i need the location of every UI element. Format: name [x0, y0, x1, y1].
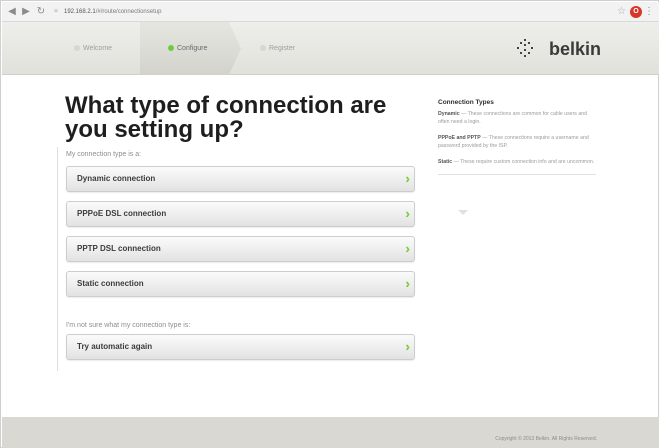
option-label: Try automatic again: [77, 342, 153, 351]
page-footer: Copyright © 2013 Belkin. All Rights Rese…: [2, 417, 659, 448]
chevron-right-icon: ››: [405, 339, 408, 354]
sidebar-title: Connection Types: [438, 99, 494, 106]
page-icon: ▫: [54, 6, 58, 17]
page-title: What type of connection are you setting …: [65, 92, 387, 143]
belkin-logo-icon: [517, 39, 533, 57]
sidebar-divider: [438, 174, 596, 175]
chevron-right-icon: ››: [405, 241, 408, 256]
browser-toolbar: ◀ ▶ ↻ ▫ 192.168.2.1/#/route/connectionse…: [2, 2, 659, 22]
option-dynamic-connection[interactable]: Dynamic connection ››: [66, 166, 415, 192]
unsure-prompt: I'm not sure what my connection type is:: [66, 322, 191, 329]
sidebar-text: — These connections are common for cable…: [438, 111, 587, 125]
forward-icon[interactable]: ▶: [20, 6, 32, 18]
step-dot-icon: [168, 45, 174, 52]
menu-icon[interactable]: ⋮: [644, 5, 654, 18]
browser-window: ◀ ▶ ↻ ▫ 192.168.2.1/#/route/connectionse…: [0, 0, 659, 448]
step-welcome[interactable]: Welcome: [74, 22, 112, 75]
option-label: Static connection: [77, 279, 144, 288]
option-pptp-connection[interactable]: PPTP DSL connection ››: [66, 236, 415, 262]
belkin-logo: belkin: [548, 39, 601, 59]
chevron-right-icon: ››: [405, 171, 408, 186]
sidebar-term: Static: [438, 159, 453, 165]
step-label: Register: [269, 45, 296, 52]
option-label: PPPoE DSL connection: [77, 209, 167, 218]
address-bar[interactable]: 192.168.2.1/#/route/connectionsetup: [64, 6, 604, 19]
connection-type-prompt: My connection type is a:: [66, 151, 142, 158]
app-header: Welcome Configure Register belkin: [2, 22, 659, 75]
sidebar-item: Static — These require custom connection…: [438, 158, 598, 166]
sidebar-item: PPPoE and PPTP — These connections requi…: [438, 134, 598, 150]
option-pppoe-connection[interactable]: PPPoE DSL connection ››: [66, 201, 415, 227]
chevron-right-icon: ››: [405, 206, 408, 221]
option-label: Dynamic connection: [77, 174, 156, 183]
pointer-icon: [458, 210, 468, 215]
option-label: PPTP DSL connection: [77, 244, 161, 253]
step-dot-icon: [260, 45, 266, 52]
back-icon[interactable]: ◀: [6, 6, 18, 18]
address-path: /#/route/connectionsetup: [95, 9, 162, 15]
content-divider: [57, 147, 58, 371]
address-host: 192.168.2.1: [64, 9, 96, 15]
option-static-connection[interactable]: Static connection ››: [66, 271, 415, 297]
step-register[interactable]: Register: [260, 22, 295, 75]
step-dot-icon: [74, 45, 80, 52]
help-sidebar: Connection Types Dynamic — These connect…: [438, 98, 598, 215]
step-label: Configure: [177, 45, 208, 52]
star-icon[interactable]: ☆: [617, 5, 626, 18]
try-automatic-button[interactable]: Try automatic again ››: [66, 334, 415, 360]
reload-icon[interactable]: ↻: [35, 6, 47, 18]
sidebar-text: — These require custom connection info a…: [453, 159, 595, 165]
sidebar-item: Dynamic — These connections are common f…: [438, 110, 598, 126]
chevron-right-icon: ››: [405, 276, 408, 291]
copyright-text: Copyright © 2013 Belkin. All Rights Rese…: [495, 436, 597, 442]
sidebar-term: PPPoE and PPTP: [438, 135, 481, 141]
extension-icon[interactable]: O: [630, 6, 642, 18]
step-label: Welcome: [83, 45, 113, 52]
sidebar-term: Dynamic: [438, 111, 460, 117]
step-configure[interactable]: Configure: [140, 22, 241, 75]
